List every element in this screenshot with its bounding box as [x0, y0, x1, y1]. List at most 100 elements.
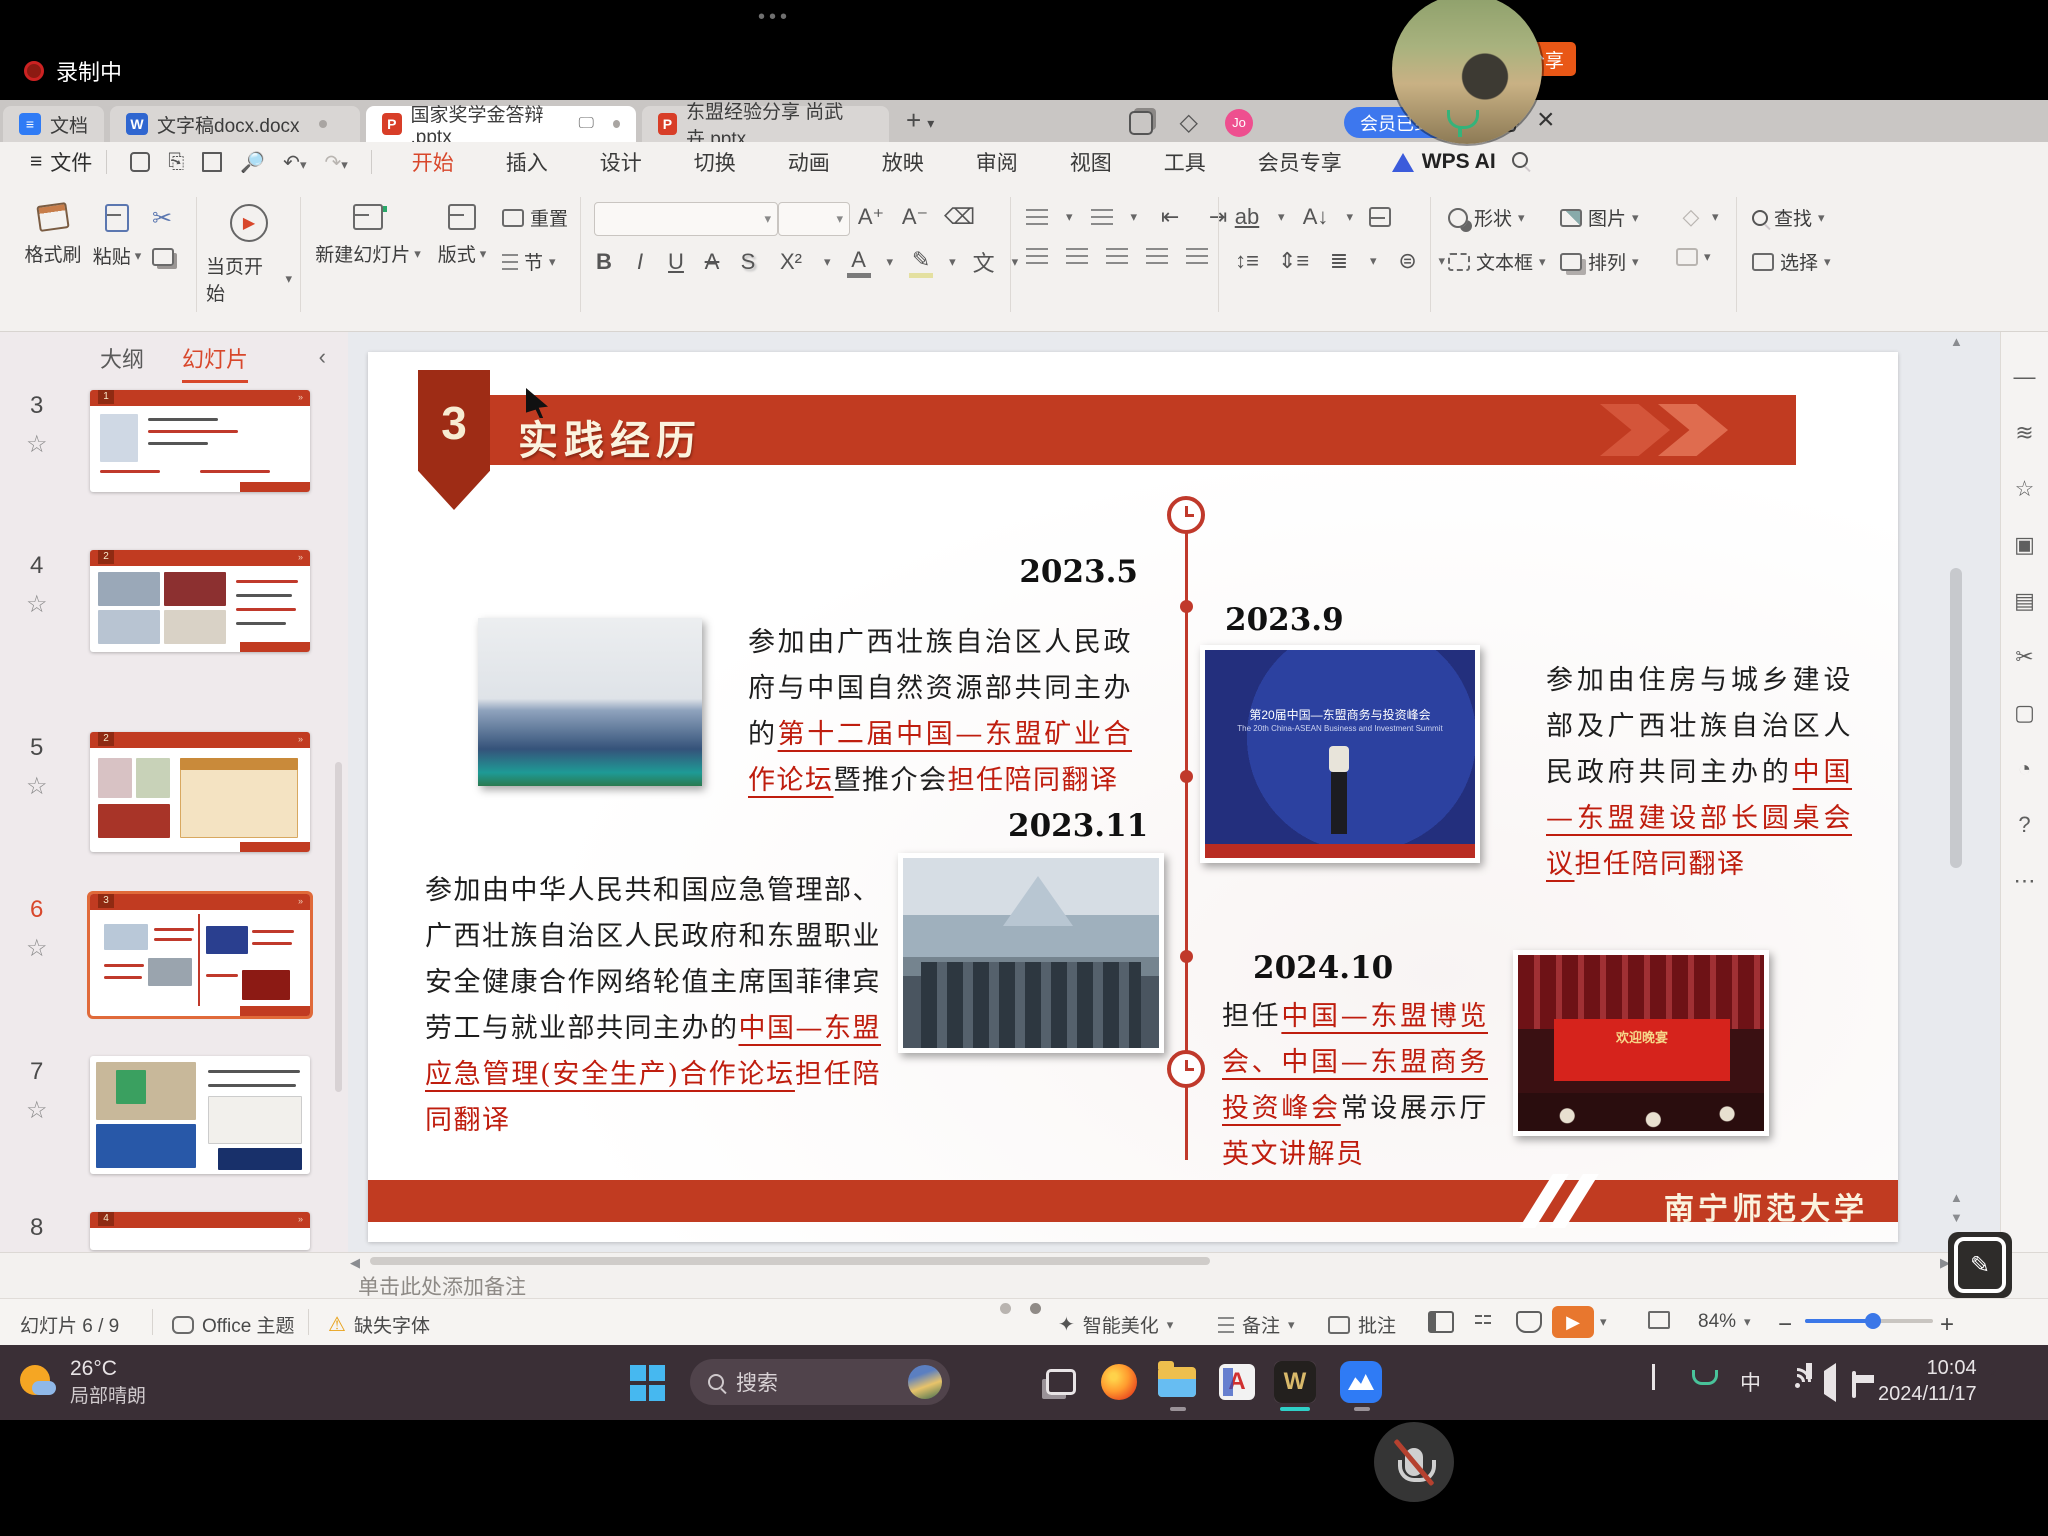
paragraph-spacing-icon[interactable]: ≣ [1324, 248, 1354, 274]
clip-icon[interactable]: ✂ [2015, 644, 2033, 670]
account-avatar[interactable]: Jo [1225, 109, 1253, 137]
new-slide-button[interactable]: 新建幻灯片▾ [312, 196, 424, 314]
collapse-icon[interactable]: — [2014, 364, 2036, 390]
help-icon[interactable]: ? [2018, 812, 2030, 838]
scrollbar-thumb[interactable] [1950, 568, 1962, 868]
smart-beautify-button[interactable]: ✦ 智能美化▾ [1058, 1311, 1173, 1338]
text-shadow-button[interactable]: S [738, 249, 758, 275]
underline-button[interactable]: U [666, 249, 686, 275]
theme-button[interactable]: Office 主题 [172, 1311, 295, 1338]
collapse-panel-chevron[interactable]: ‹ [319, 344, 326, 370]
align-right-icon[interactable] [1106, 248, 1128, 264]
italic-button[interactable]: I [630, 249, 650, 275]
weather-widget[interactable]: 26°C 局部晴朗 [18, 1357, 146, 1408]
highlight-color-button[interactable]: ✎ [909, 247, 933, 278]
distribute-icon[interactable] [1186, 248, 1208, 264]
meeting-app-icon[interactable] [1340, 1361, 1382, 1403]
event-date-2023-11[interactable]: 2023.11 [1008, 808, 1138, 844]
play-from-current-button[interactable]: ▶ 当页开始▾ [206, 196, 292, 314]
layout-panel-icon[interactable]: ▢ [2014, 700, 2035, 726]
editor-canvas[interactable]: 3 实践经历 2023.5 参加由广西壮族自治区人民政府与中国自然资源部共同主办… [348, 332, 2000, 1252]
favorite-star-icon[interactable]: ☆ [26, 590, 48, 619]
print-preview-icon[interactable]: 🔎 [240, 150, 265, 175]
menu-insert[interactable]: 插入 [506, 147, 548, 177]
floating-pen-tool[interactable]: ✎ [1948, 1232, 2012, 1298]
event-date-2023-9[interactable]: 2023.9 [1225, 602, 1344, 638]
event-text-2023-11[interactable]: 参加由中华人民共和国应急管理部、广西壮族自治区人民政府和东盟职业安全健康合作网络… [425, 868, 881, 1144]
favorite-star-icon[interactable]: ☆ [26, 934, 48, 963]
photo-mining-forum[interactable] [478, 618, 702, 786]
wps-office-icon[interactable]: W [1274, 1361, 1316, 1403]
picture-button[interactable]: 图片▾ [1560, 204, 1639, 231]
textbox-button[interactable]: 文本框▾ [1448, 248, 1546, 275]
scroll-left-arrow[interactable]: ◀ [350, 1255, 360, 1271]
align-left-icon[interactable] [1026, 248, 1048, 264]
slideshow-play-button[interactable]: ▶ [1552, 1306, 1594, 1338]
menu-animation[interactable]: 动画 [788, 147, 830, 177]
missing-font-warning[interactable]: ⚠ 缺失字体 [328, 1311, 430, 1338]
photo-summit[interactable]: 第20届中国—东盟商务与投资峰会 The 20th China-ASEAN Bu… [1200, 645, 1480, 863]
zoom-out-button[interactable]: − [1778, 1311, 1792, 1339]
task-view-button[interactable] [1040, 1361, 1082, 1403]
meeting-overlay-handle[interactable]: ••• [758, 6, 791, 29]
tab-list-chevron-icon[interactable]: ▾ [927, 115, 934, 132]
menu-review[interactable]: 审阅 [976, 147, 1018, 177]
align-text-icon[interactable]: ⊜ [1393, 248, 1423, 274]
cut-button[interactable]: ✂ [152, 204, 172, 233]
justify-icon[interactable] [1146, 248, 1168, 264]
workspace-cube-icon[interactable]: ◇ [1180, 108, 1198, 137]
new-tab-button[interactable]: + [906, 105, 921, 136]
taskbar-search[interactable]: 搜索 [690, 1359, 950, 1405]
menu-transition[interactable]: 切换 [694, 147, 736, 177]
view-normal-button[interactable] [1428, 1311, 1454, 1333]
font-name-select[interactable]: ▾ [594, 202, 778, 236]
event-date-2024-10[interactable]: 2024.10 [1253, 950, 1393, 986]
event-text-2023-9[interactable]: 参加由住房与城乡建设部及广西壮族自治区人民政府共同主办的中国—东盟建设部长圆桌会… [1546, 658, 1852, 888]
timeline-clock-icon[interactable] [1167, 1050, 1205, 1088]
convert-smartart-icon[interactable] [1369, 207, 1391, 227]
comments-button[interactable]: 批注 [1328, 1311, 1396, 1338]
battery-icon[interactable] [1852, 1373, 1856, 1397]
next-slide-arrow[interactable]: ▼ [1950, 1210, 1963, 1225]
play-options-chevron[interactable]: ▾ [1600, 1314, 1607, 1330]
ribbon-search-icon[interactable] [1512, 151, 1528, 174]
menu-slideshow[interactable]: 放映 [882, 147, 924, 177]
horizontal-scrollbar[interactable]: ◀ ▶ [352, 1255, 1948, 1267]
slide-thumbnail-6-current[interactable]: 3» [90, 894, 310, 1016]
outline-tab[interactable]: 大纲 [100, 342, 144, 383]
slide-title[interactable]: 实践经历 [518, 408, 702, 466]
dictionary-app-icon[interactable]: A [1216, 1361, 1258, 1403]
slides-tab[interactable]: 幻灯片 [182, 342, 248, 383]
favorite-star-icon[interactable]: ☆ [26, 772, 48, 801]
file-explorer-icon[interactable] [1156, 1361, 1198, 1403]
slide-thumbnail-5[interactable]: 2» [90, 732, 310, 852]
decrease-indent-icon[interactable]: ⇤ [1155, 204, 1185, 230]
wps-ai-button[interactable]: WPS AI [1392, 150, 1496, 174]
menu-home[interactable]: 开始 [412, 147, 454, 177]
tab-ppt-2[interactable]: P 东盟经验分享 尚武卉.pptx [642, 106, 889, 142]
sidebar-scrollbar[interactable] [335, 762, 342, 1092]
font-color-button[interactable]: A [847, 247, 871, 278]
firefox-icon[interactable] [1098, 1361, 1140, 1403]
select-button[interactable]: 选择▾ [1752, 248, 1831, 275]
frame-button[interactable]: ▾ [1676, 248, 1711, 266]
start-button[interactable] [630, 1365, 666, 1401]
file-menu[interactable]: ≡ 文件 [30, 147, 92, 177]
scrollbar-thumb[interactable] [370, 1257, 1210, 1265]
grow-font-button[interactable]: A⁺ [856, 204, 886, 230]
notes-toggle-button[interactable]: 备注▾ [1218, 1311, 1295, 1338]
strikethrough-button[interactable]: A [702, 249, 722, 275]
fit-slide-button[interactable] [1648, 1311, 1670, 1329]
font-size-select[interactable]: ▾ [778, 202, 850, 236]
copy-button[interactable] [152, 248, 174, 266]
bullet-list-icon[interactable] [1026, 209, 1048, 225]
timeline-clock-icon[interactable] [1167, 496, 1205, 534]
fill-color-button[interactable]: ◇▾ [1676, 204, 1719, 230]
superscript-button[interactable]: X² [774, 249, 808, 275]
clock-widget[interactable]: 10:04 2024/11/17 [1878, 1355, 1977, 1407]
save-icon[interactable] [130, 152, 150, 172]
slide-thumbnail-4[interactable]: 2» [90, 550, 310, 652]
photo-group[interactable] [898, 853, 1164, 1053]
align-center-icon[interactable] [1066, 248, 1088, 264]
layers-icon[interactable]: ▣ [2014, 532, 2035, 558]
